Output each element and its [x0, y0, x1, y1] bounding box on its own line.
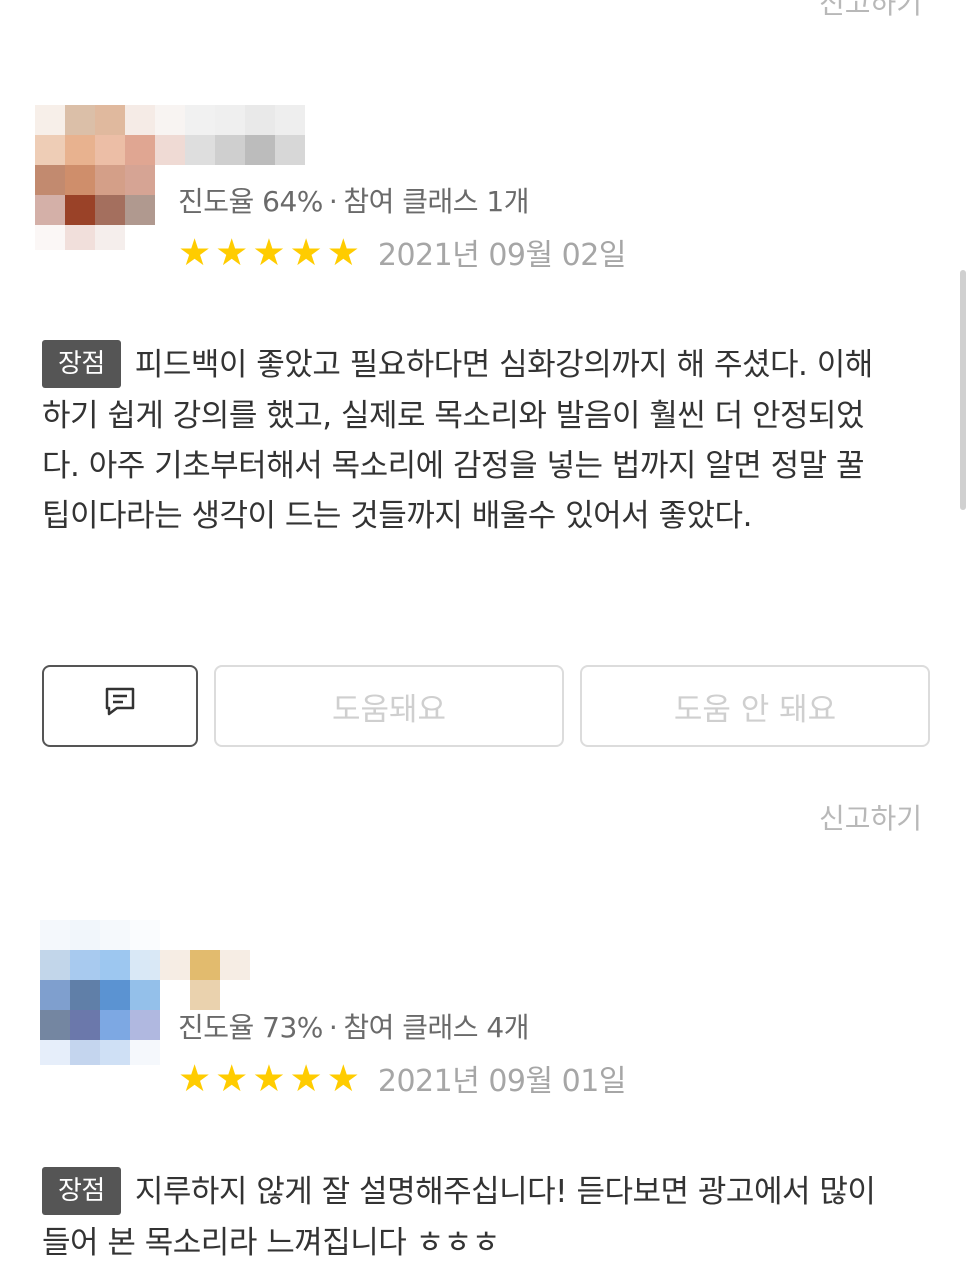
helpful-button[interactable]: 도움돼요 [214, 665, 564, 747]
progress-label: 진도율 64% [178, 185, 323, 218]
classes-label: 참여 클래스 4개 [343, 1011, 530, 1044]
report-link[interactable]: 신고하기 [819, 797, 922, 837]
star-icon: ★ [178, 230, 212, 274]
review-body: 장점 피드백이 좋았고 필요하다면 심화강의까지 해 주셨다. 이해하기 쉽게 강… [42, 339, 892, 541]
review-text: 피드백이 좋았고 필요하다면 심화강의까지 해 주셨다. 이해하기 쉽게 강의를… [42, 347, 873, 534]
review-body: 장점 지루하지 않게 잘 설명해주십니다! 듣다보면 광고에서 많이 들어 본 목… [42, 1166, 892, 1268]
star-rating: ★ ★ ★ ★ ★ [178, 1060, 360, 1097]
star-icon: ★ [289, 230, 323, 274]
classes-label: 참여 클래스 1개 [343, 185, 530, 218]
pros-tag: 장점 [42, 339, 121, 388]
star-icon: ★ [215, 1056, 249, 1100]
star-icon: ★ [252, 230, 286, 274]
not-helpful-button[interactable]: 도움 안 돼요 [580, 665, 930, 747]
comment-icon [103, 686, 137, 726]
top-report-link[interactable]: 신고하기 [819, 0, 922, 22]
progress-label: 진도율 73% [178, 1011, 323, 1044]
review-date: 2021년 09월 02일 [377, 238, 627, 273]
star-icon: ★ [289, 1056, 323, 1100]
star-icon: ★ [178, 1056, 212, 1100]
scrollbar[interactable] [960, 270, 966, 510]
review-actions: 도움돼요 도움 안 돼요 [42, 665, 930, 747]
avatar [40, 920, 290, 1070]
review-date: 2021년 09월 01일 [377, 1064, 627, 1099]
star-icon: ★ [326, 230, 360, 274]
rating-row: ★ ★ ★ ★ ★ 2021년 09월 02일 [178, 230, 626, 274]
star-icon: ★ [252, 1056, 286, 1100]
star-rating: ★ ★ ★ ★ ★ [178, 234, 360, 271]
review-meta: 진도율 73% · 참여 클래스 4개 [178, 1011, 530, 1044]
review-text: 지루하지 않게 잘 설명해주십니다! 듣다보면 광고에서 많이 들어 본 목소리… [42, 1174, 876, 1261]
comment-button[interactable] [42, 665, 198, 747]
star-icon: ★ [326, 1056, 360, 1100]
pros-tag: 장점 [42, 1166, 121, 1215]
rating-row: ★ ★ ★ ★ ★ 2021년 09월 01일 [178, 1056, 626, 1100]
star-icon: ★ [215, 230, 249, 274]
review-meta: 진도율 64% · 참여 클래스 1개 [178, 185, 530, 218]
